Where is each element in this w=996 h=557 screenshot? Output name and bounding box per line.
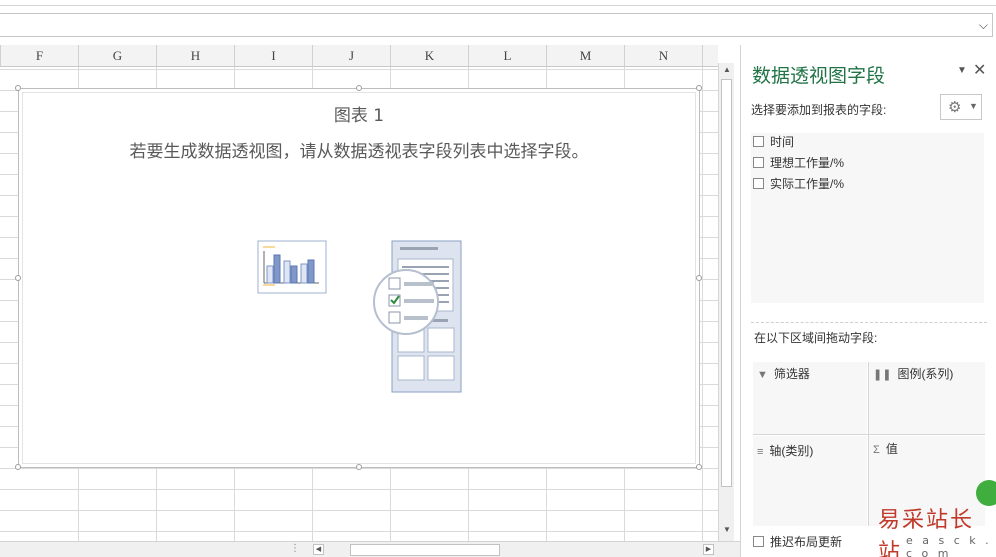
column-header-cell[interactable]: M [547,45,625,66]
column-header-cell[interactable]: I [235,45,313,66]
pivot-chart[interactable]: 图表 1 若要生成数据透视图，请从数据透视表字段列表中选择字段。 [15,85,702,470]
pane-options-icon[interactable]: ▼ [957,65,967,76]
ribbon-edge [0,0,996,6]
tools-button[interactable]: ⚙ ▼ [940,94,982,120]
column-header-cell[interactable]: H [157,45,235,66]
field-label: 实际工作量/% [770,177,845,191]
resize-handle[interactable] [356,85,362,91]
column-header-cell[interactable]: G [79,45,157,66]
rows-icon: ≡ [757,446,764,458]
legend-area-label: ❚❚ 图例(系列) [873,367,954,381]
checkbox-magnifier-icon [373,269,439,335]
resize-handle[interactable] [15,275,21,281]
chevron-down-icon[interactable]: ⌵ [979,18,988,32]
bar-chart-icon [257,240,327,294]
field-list-label: 选择要添加到报表的字段: [751,103,887,117]
columns-icon: ❚❚ [873,369,892,381]
filter-icon: ▼ [757,369,768,381]
resize-handle[interactable] [15,85,21,91]
pane-divider[interactable] [751,322,987,323]
chart-instruction: 若要生成数据透视图，请从数据透视表字段列表中选择字段。 [129,142,589,162]
filters-area[interactable]: ▼ 筛选器 [753,362,867,434]
column-header-cell[interactable]: J [313,45,391,66]
resize-handle[interactable] [15,464,21,470]
excel-window: ⌵ F G H I J K L M N ▲ ▼ ⋮ ◀ ▶ 图表 1 若要生成数 [0,0,996,557]
field-item[interactable]: 理想工作量/% [753,154,844,172]
field-item[interactable]: 实际工作量/% [753,175,844,193]
field-item[interactable]: 时间 [753,133,794,151]
legend-area[interactable]: ❚❚ 图例(系列) [869,362,985,434]
field-list: 时间 理想工作量/% 实际工作量/% [751,133,984,303]
scroll-left-icon[interactable]: ◀ [313,544,324,555]
defer-layout-update[interactable]: 推迟布局更新 [753,533,842,550]
filters-area-label: ▼ 筛选器 [757,367,810,381]
column-header-cell[interactable]: L [469,45,547,66]
splitter-icon[interactable]: ⋮ [290,543,300,554]
pivot-chart-fields-pane: 数据透视图字段 ▼ ✕ 选择要添加到报表的字段: ⚙ ▼ 时间 理想工作量/% … [740,45,996,557]
sigma-icon: Σ [873,444,880,456]
pivot-chart-illustration [257,240,462,393]
values-area-label: Σ值 [873,442,898,456]
axis-area[interactable]: ≡ 轴(类别) [753,436,867,526]
vertical-scrollbar[interactable]: ▲ ▼ [718,63,734,541]
column-header-cell[interactable]: K [391,45,469,66]
resize-handle[interactable] [356,464,362,470]
watermark-url: e a s c k . c o m [906,534,992,557]
formula-bar[interactable]: ⌵ [0,13,993,37]
gear-icon: ⚙ [948,99,962,116]
chevron-down-icon: ▼ [969,101,978,111]
field-checkbox[interactable] [753,178,764,189]
watermark: 易采站长站 e a s c k . c o m [868,480,996,557]
defer-label: 推迟布局更新 [770,535,843,549]
pane-title: 数据透视图字段 [752,65,886,87]
field-checkbox[interactable] [753,157,764,168]
defer-checkbox[interactable] [753,536,764,547]
column-header-cell[interactable]: F [1,45,79,66]
scroll-right-icon[interactable]: ▶ [703,544,714,555]
field-label: 理想工作量/% [770,156,845,170]
sheet-bottom-bar: ⋮ ◀ ▶ [0,541,740,557]
close-icon[interactable]: ✕ [973,60,986,80]
column-header: F G H I J K L M N [0,45,718,67]
scroll-down-icon[interactable]: ▼ [722,525,732,535]
axis-area-label: ≡ 轴(类别) [757,444,814,458]
field-label: 时间 [770,135,795,149]
area-divider [753,434,985,435]
areas-label: 在以下区域间拖动字段: [754,331,878,345]
scroll-thumb[interactable] [721,79,732,487]
horizontal-scroll-thumb[interactable] [350,544,500,556]
field-checkbox[interactable] [753,136,764,147]
chart-title[interactable]: 图表 1 [19,101,699,126]
resize-handle[interactable] [696,275,702,281]
resize-handle[interactable] [696,85,702,91]
scroll-up-icon[interactable]: ▲ [722,65,732,75]
column-header-cell[interactable]: N [625,45,703,66]
resize-handle[interactable] [696,464,702,470]
